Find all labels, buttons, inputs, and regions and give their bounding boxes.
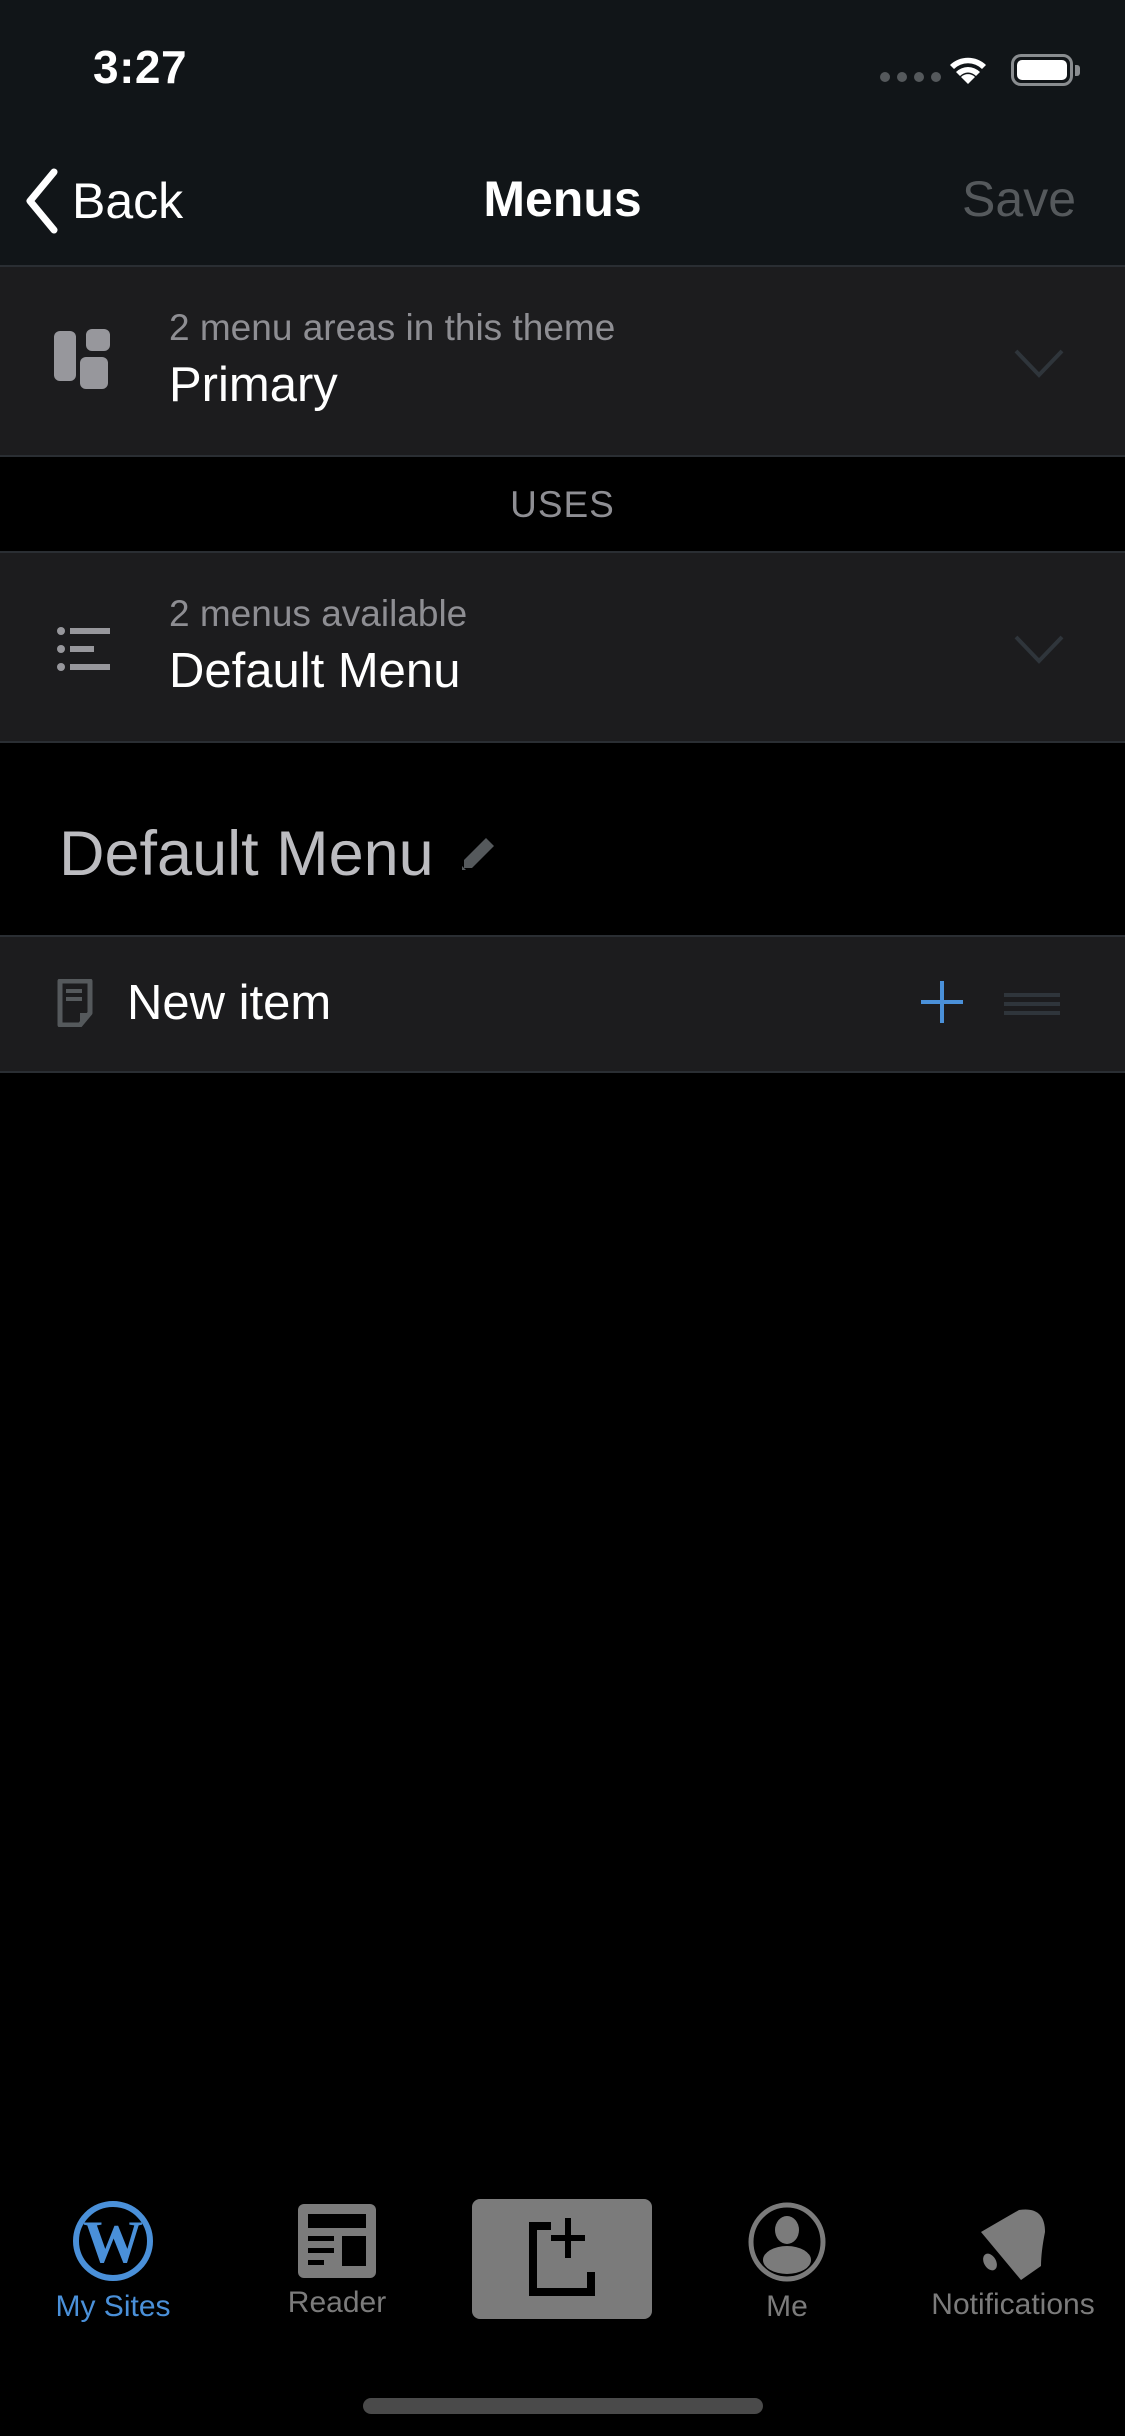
wordpress-icon: W <box>73 2201 153 2281</box>
menu-name: Default Menu <box>59 819 434 889</box>
navigation-bar: Back Menus Save <box>0 140 1125 265</box>
uses-section-header: USES <box>510 484 615 525</box>
tab-reader[interactable]: Reader <box>262 2204 412 2320</box>
new-post-icon <box>529 2218 595 2296</box>
menu-item-label: New item <box>127 976 332 1030</box>
notifications-icon <box>981 2209 1045 2280</box>
tab-label: Me <box>766 2290 808 2323</box>
menu-selector-subtitle: 2 menus available <box>169 593 468 634</box>
pencil-icon[interactable] <box>458 834 498 874</box>
menu-selector[interactable]: 2 menus available Default Menu <box>0 551 1125 743</box>
chevron-down-icon <box>1014 349 1064 378</box>
reader-icon <box>298 2204 376 2278</box>
menu-location-subtitle: 2 menu areas in this theme <box>169 307 616 348</box>
tab-bar: W My Sites Reader Me Notifications <box>0 2170 1125 2436</box>
battery-icon <box>1011 54 1080 86</box>
tab-notifications[interactable]: Notifications <box>913 2206 1113 2322</box>
cellular-signal-icon <box>880 72 941 82</box>
chevron-down-icon <box>1014 635 1064 664</box>
status-bar: 3:27 <box>0 0 1125 140</box>
page-icon <box>57 979 93 1027</box>
layout-icon <box>54 329 110 389</box>
save-button[interactable]: Save <box>962 170 1076 228</box>
svg-text:W: W <box>83 2209 143 2275</box>
menu-location-selector[interactable]: 2 menu areas in this theme Primary <box>0 265 1125 457</box>
new-post-button[interactable] <box>472 2199 652 2319</box>
menu-name-heading[interactable]: Default Menu <box>59 818 498 890</box>
profile-icon <box>748 2202 826 2282</box>
tab-me[interactable]: Me <box>712 2202 862 2324</box>
tab-my-sites[interactable]: W My Sites <box>38 2200 188 2324</box>
tab-label: Reader <box>287 2286 387 2319</box>
status-time: 3:27 <box>93 41 188 93</box>
add-item-icon[interactable] <box>921 981 963 1023</box>
drag-handle-icon[interactable] <box>1004 993 1060 1017</box>
tab-label: Notifications <box>931 2288 1095 2321</box>
menu-item-row[interactable]: New item <box>0 935 1125 1073</box>
list-icon <box>57 627 110 671</box>
page-title: Menus <box>483 171 642 227</box>
home-indicator <box>363 2398 763 2414</box>
tab-label: My Sites <box>55 2290 171 2323</box>
menu-selector-value: Default Menu <box>169 644 461 698</box>
wifi-icon <box>950 57 986 84</box>
menu-location-value: Primary <box>169 358 338 412</box>
